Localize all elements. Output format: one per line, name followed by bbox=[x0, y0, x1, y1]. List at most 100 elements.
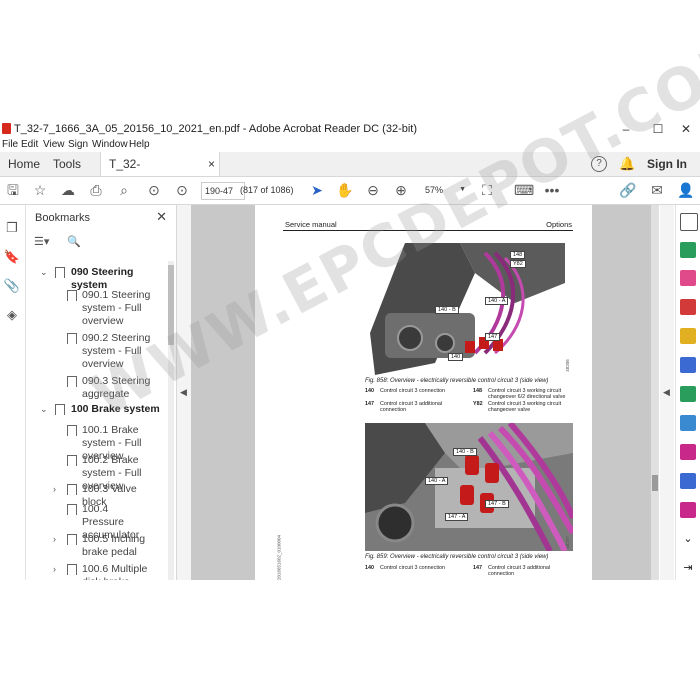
callout-140-b-2: 140 - B bbox=[453, 448, 477, 456]
menu-window[interactable]: Window bbox=[92, 139, 128, 150]
bookmark-icon bbox=[67, 333, 77, 344]
page-number-input[interactable]: 190-47 bbox=[201, 182, 245, 200]
figure-859-number: 48207 bbox=[564, 536, 570, 549]
callout-140-a-2: 140 - A bbox=[425, 477, 449, 485]
sign-in-button[interactable]: Sign In bbox=[647, 152, 687, 176]
bookmark-100-4[interactable]: 100.4 Pressure accumulator bbox=[26, 503, 166, 541]
bookmark-icon bbox=[67, 455, 77, 466]
share-link-icon[interactable]: 🔗 bbox=[619, 181, 637, 199]
zoom-search-icon[interactable] bbox=[680, 213, 698, 231]
document-scroll-thumb[interactable] bbox=[652, 475, 658, 491]
bookmark-icon bbox=[67, 425, 77, 436]
figure-858-caption: Fig. 858: Overview - electrically revers… bbox=[365, 378, 549, 384]
bookmark-100-6[interactable]: › 100.6 Multiple disk brake bbox=[26, 563, 166, 580]
bookmark-090-steering[interactable]: ⌄ 090 Steering system bbox=[26, 266, 166, 291]
page-count: (817 of 1086) bbox=[240, 185, 294, 195]
email-icon[interactable]: ✉ bbox=[648, 181, 666, 199]
print-icon[interactable]: ⎙ bbox=[87, 181, 105, 199]
bookmark-icon bbox=[55, 267, 65, 278]
window-title: T_32-7_1666_3A_05_20156_10_2021_en.pdf -… bbox=[14, 123, 418, 135]
upload-icon[interactable]: ☁ bbox=[59, 181, 77, 199]
callout-147-a: 147 - A bbox=[445, 513, 469, 521]
select-cursor-icon[interactable]: ➤ bbox=[308, 181, 326, 199]
close-tab-icon[interactable]: × bbox=[208, 152, 215, 176]
export-pdf-icon[interactable] bbox=[680, 242, 696, 258]
edit-pdf-icon[interactable] bbox=[680, 299, 696, 315]
left-navigation-rail: ❐ 🔖 📎 ◈ bbox=[0, 205, 26, 580]
chevron-down-icon[interactable]: ⌄ bbox=[680, 531, 696, 547]
margin-code: 32016651602_0100004 bbox=[276, 534, 282, 580]
hand-tool-icon[interactable]: ✋ bbox=[336, 181, 354, 199]
bookmark-100-2[interactable]: 100.2 Brake system - Full overview bbox=[26, 454, 166, 492]
callout-140-b: 140 - B bbox=[435, 306, 459, 314]
callout-148: 148 bbox=[510, 251, 526, 259]
bookmark-icon bbox=[67, 534, 77, 545]
previous-page-icon[interactable]: ⊙ bbox=[145, 181, 163, 199]
document-scrollbar[interactable] bbox=[651, 205, 659, 580]
callout-140: 140 bbox=[448, 353, 464, 361]
bookmark-icon bbox=[67, 376, 77, 387]
account-icon[interactable]: 👤 bbox=[677, 181, 695, 199]
callout-y82: Y82 bbox=[510, 260, 526, 268]
legend-140-2: 140 Control circuit 3 connection bbox=[365, 565, 446, 571]
page-header-left: Service manual bbox=[285, 220, 337, 229]
find-bookmark-icon[interactable]: 🔍 bbox=[67, 235, 81, 248]
tab-home[interactable]: Home bbox=[0, 152, 48, 176]
toolbar: 🖫 ☆ ☁ ⎙ ⌕ ⊙ ⊙ 190-47 (817 of 1086) ➤ ✋ ⊖… bbox=[0, 177, 700, 205]
bookmark-100-3[interactable]: › 100.3 Valve block bbox=[26, 483, 166, 508]
combine-files-icon[interactable] bbox=[680, 357, 696, 373]
compress-pdf-icon[interactable] bbox=[680, 415, 696, 431]
bookmark-icon bbox=[67, 564, 77, 575]
bookmark-options-icon[interactable]: ☰▾ bbox=[34, 235, 49, 248]
bookmark-icon bbox=[67, 504, 77, 515]
legend-147-2: 147 Control circuit 3 additional connect… bbox=[473, 565, 551, 577]
acrobat-icon bbox=[2, 123, 11, 134]
collapse-tools-icon[interactable]: ⇥ bbox=[680, 560, 696, 576]
bookmark-100-1[interactable]: 100.1 Brake system - Full overview bbox=[26, 424, 166, 462]
chevron-left-icon: ◀ bbox=[663, 387, 670, 397]
bookmarks-panel-icon[interactable]: 🔖 bbox=[3, 248, 21, 266]
protect-icon[interactable] bbox=[680, 473, 696, 489]
zoom-out-icon[interactable]: ⊖ bbox=[364, 181, 382, 199]
menu-help[interactable]: Help bbox=[129, 139, 150, 150]
send-for-signature-icon[interactable] bbox=[680, 502, 696, 518]
bookmark-icon bbox=[67, 290, 77, 301]
bookmark-list: ⌄ 090 Steering system 090.1 Steering sys… bbox=[26, 261, 166, 580]
next-page-icon[interactable]: ⊙ bbox=[173, 181, 191, 199]
figure-859-caption: Fig. 859: Overview - electrically revers… bbox=[365, 554, 549, 560]
layers-icon[interactable]: ◈ bbox=[3, 306, 21, 324]
fill-sign-icon[interactable] bbox=[680, 444, 696, 460]
close-panel-icon[interactable]: ✕ bbox=[156, 209, 167, 225]
legend-y82: Y82 Control circuit 3 working circuit ch… bbox=[473, 401, 562, 413]
figure-858-number: 48206 bbox=[564, 359, 570, 372]
attachments-icon[interactable]: 📎 bbox=[3, 277, 21, 295]
figure-859-image bbox=[365, 423, 573, 551]
chevron-right-icon[interactable]: › bbox=[53, 483, 56, 496]
tab-tools[interactable]: Tools bbox=[45, 152, 89, 176]
chevron-down-icon[interactable]: ⌄ bbox=[40, 266, 48, 279]
collapse-right-panel-handle[interactable]: ◀ bbox=[660, 205, 674, 580]
bookmark-icon bbox=[55, 404, 65, 415]
search-icon[interactable]: ⌕ bbox=[115, 181, 133, 199]
chevron-right-icon[interactable]: › bbox=[53, 533, 56, 546]
right-tools-rail: ⌄ ⇥ bbox=[675, 205, 700, 580]
bookmark-star-icon[interactable]: ☆ bbox=[31, 181, 49, 199]
chevron-down-icon[interactable]: ⌄ bbox=[40, 403, 48, 416]
organize-pages-icon[interactable] bbox=[680, 386, 696, 402]
comment-icon[interactable] bbox=[680, 328, 696, 344]
chevron-right-icon[interactable]: › bbox=[53, 563, 56, 576]
menu-view[interactable]: View bbox=[43, 139, 65, 150]
callout-147-b: 147 - B bbox=[485, 500, 509, 508]
save-icon[interactable]: 🖫 bbox=[4, 181, 22, 199]
bookmark-icon bbox=[67, 484, 77, 495]
create-pdf-icon[interactable] bbox=[680, 270, 696, 286]
tab-document[interactable]: T_32-7_1666_3A_0... × bbox=[100, 152, 220, 195]
callout-140-a: 140 - A bbox=[485, 297, 509, 305]
menu-file[interactable]: File bbox=[2, 139, 18, 150]
menu-sign[interactable]: Sign bbox=[68, 139, 88, 150]
pages-thumbnail-icon[interactable]: ❐ bbox=[3, 219, 21, 237]
bookmark-090-1[interactable]: 090.1 Steering system - Full overview bbox=[26, 289, 166, 329]
legend-147: 147 Control circuit 3 additional connect… bbox=[365, 401, 443, 413]
menu-edit[interactable]: Edit bbox=[21, 139, 38, 150]
bookmark-100-5[interactable]: › 100.5 Inching brake pedal bbox=[26, 533, 166, 561]
